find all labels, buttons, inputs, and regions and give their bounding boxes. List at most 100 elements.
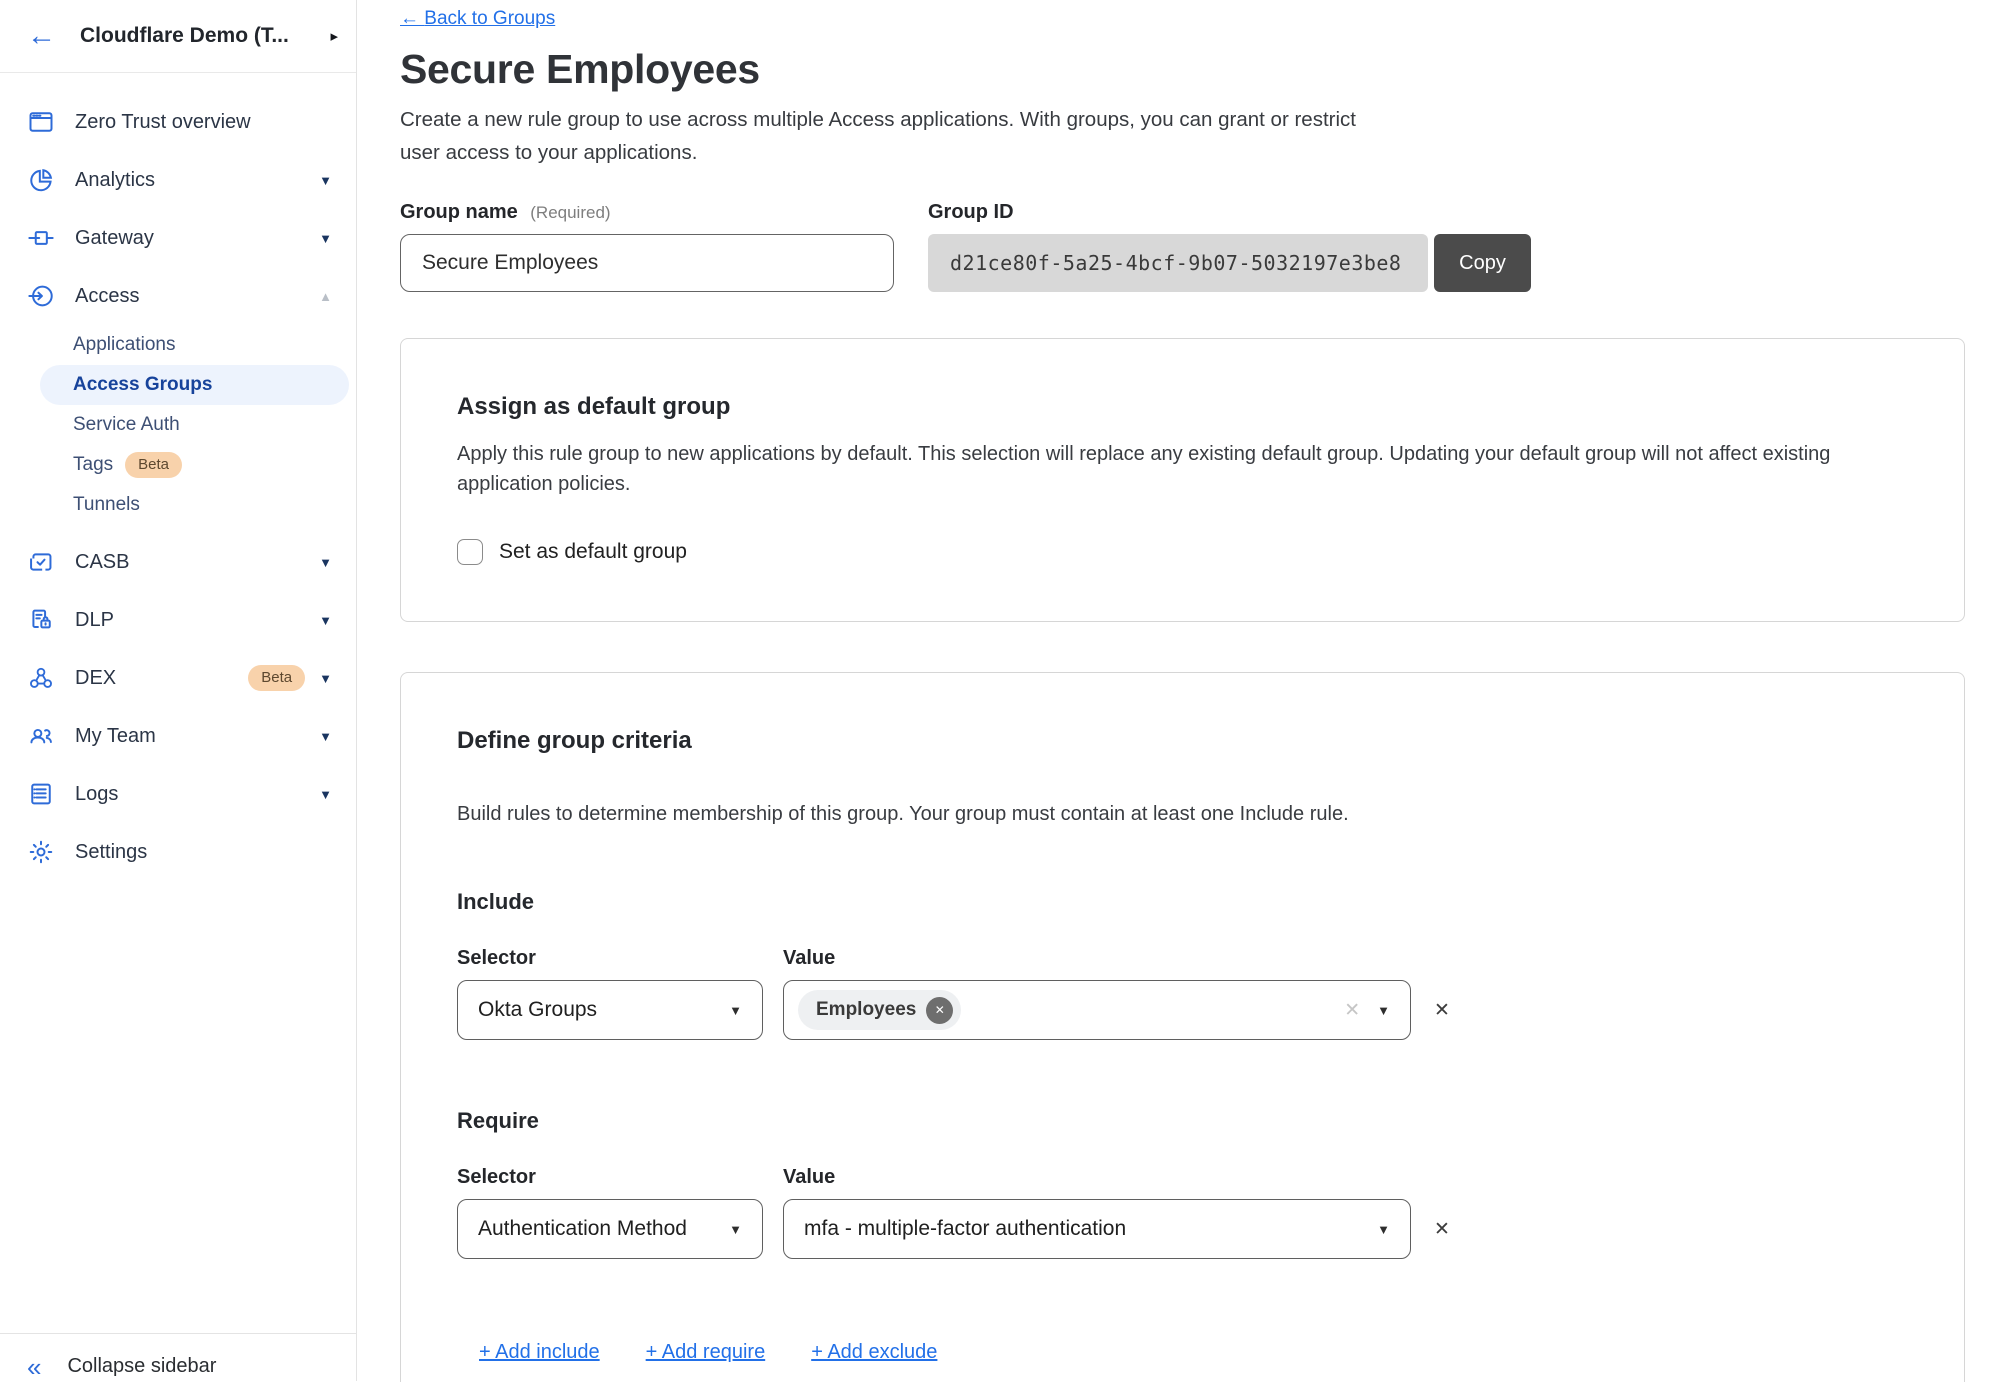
sidebar-item-label: Analytics	[75, 169, 319, 192]
sidebar-item-tunnels[interactable]: Tunnels	[0, 485, 356, 525]
sidebar-item-access-groups[interactable]: Access Groups	[40, 365, 349, 405]
sidebar-item-label: Settings	[75, 841, 332, 864]
sidebar-item-label: Zero Trust overview	[75, 111, 332, 134]
sidebar-item-settings[interactable]: Settings	[0, 823, 356, 881]
chevron-down-icon[interactable]: ▼	[319, 173, 332, 188]
back-arrow-icon: ←	[400, 8, 419, 29]
value-chip: Employees ✕	[798, 990, 961, 1030]
network-nodes-icon	[27, 664, 55, 692]
back-link-label: Back to Groups	[424, 8, 555, 29]
sidebar-item-zero-trust-overview[interactable]: Zero Trust overview	[0, 93, 356, 151]
require-value: mfa - multiple-factor authentication	[804, 1217, 1126, 1241]
sidebar-item-label: Gateway	[75, 227, 319, 250]
clear-values-icon[interactable]: ✕	[1344, 999, 1360, 1022]
add-exclude-link[interactable]: + Add exclude	[811, 1341, 937, 1364]
chevron-down-icon: ▼	[729, 1003, 742, 1018]
require-labels-row: Selector Value	[457, 1166, 1894, 1189]
include-heading: Include	[457, 889, 1894, 915]
double-chevron-left-icon: «	[27, 1354, 41, 1380]
group-name-field: Group name (Required)	[400, 201, 894, 292]
sidebar-item-gateway[interactable]: Gateway ▼	[0, 209, 356, 267]
beta-badge: Beta	[125, 452, 182, 478]
sidebar-item-label: Access	[75, 285, 319, 308]
require-heading: Require	[457, 1108, 1894, 1134]
criteria-card-title: Define group criteria	[457, 727, 1894, 755]
log-list-icon	[27, 780, 55, 808]
add-require-link[interactable]: + Add require	[646, 1341, 766, 1364]
required-hint: (Required)	[530, 203, 610, 222]
sidebar-item-label: Tags	[73, 454, 113, 476]
access-sub-menu: Applications Access Groups Service Auth …	[0, 325, 356, 525]
group-id-value: d21ce80f-5a25-4bcf-9b07-5032197e3be8	[928, 234, 1428, 292]
sidebar-item-tags[interactable]: Tags Beta	[0, 445, 356, 485]
chevron-down-icon[interactable]: ▼	[319, 671, 332, 686]
chevron-down-icon[interactable]: ▼	[319, 555, 332, 570]
add-include-link[interactable]: + Add include	[479, 1341, 600, 1364]
sidebar-item-label: CASB	[75, 551, 319, 574]
gateway-icon	[27, 224, 55, 252]
chip-remove-icon[interactable]: ✕	[926, 997, 953, 1024]
main-content: ← Back to Groups Secure Employees Create…	[357, 0, 1999, 1382]
collapse-sidebar-label: Collapse sidebar	[67, 1355, 216, 1378]
remove-require-rule-icon[interactable]: ✕	[1434, 1218, 1450, 1241]
account-name[interactable]: Cloudflare Demo (T...	[80, 24, 322, 48]
chevron-down-icon[interactable]: ▼	[319, 787, 332, 802]
copy-button[interactable]: Copy	[1434, 234, 1531, 292]
sidebar-item-dex[interactable]: DEX Beta ▼	[0, 649, 356, 707]
require-value-dropdown[interactable]: mfa - multiple-factor authentication ▼	[783, 1199, 1411, 1259]
require-selector-value: Authentication Method	[478, 1217, 687, 1241]
default-group-card-description: Apply this rule group to new application…	[457, 439, 1894, 499]
chevron-up-icon[interactable]: ▲	[319, 289, 332, 304]
value-label: Value	[783, 1166, 835, 1189]
sidebar-item-casb[interactable]: CASB ▼	[0, 533, 356, 591]
sidebar-item-dlp[interactable]: DLP ▼	[0, 591, 356, 649]
criteria-card-description: Build rules to determine membership of t…	[457, 799, 1894, 829]
back-arrow-icon[interactable]: ←	[27, 22, 56, 51]
chevron-down-icon: ▼	[1377, 1222, 1390, 1237]
add-rule-links: + Add include + Add require + Add exclud…	[479, 1341, 1894, 1364]
document-lock-icon	[27, 606, 55, 634]
sidebar-item-logs[interactable]: Logs ▼	[0, 765, 356, 823]
sidebar-item-applications[interactable]: Applications	[0, 325, 356, 365]
sidebar-item-label: Applications	[73, 334, 175, 356]
sidebar-item-analytics[interactable]: Analytics ▼	[0, 151, 356, 209]
set-default-group-label: Set as default group	[499, 540, 687, 564]
include-rule-row: Okta Groups ▼ Employees ✕ ✕ ▼ ✕	[457, 980, 1894, 1040]
sidebar-item-my-team[interactable]: My Team ▼	[0, 707, 356, 765]
chevron-down-icon[interactable]: ▼	[319, 729, 332, 744]
login-arrow-icon	[27, 282, 55, 310]
sidebar-item-service-auth[interactable]: Service Auth	[0, 405, 356, 445]
require-rule-row: Authentication Method ▼ mfa - multiple-f…	[457, 1199, 1894, 1259]
group-id-label: Group ID	[928, 201, 1531, 224]
include-selector-dropdown[interactable]: Okta Groups ▼	[457, 980, 763, 1040]
sidebar-item-access[interactable]: Access ▲	[0, 267, 356, 325]
sidebar-item-label: My Team	[75, 725, 319, 748]
default-group-card: Assign as default group Apply this rule …	[400, 338, 1965, 622]
sidebar-nav: Zero Trust overview Analytics ▼ Gateway …	[0, 73, 356, 881]
set-default-group-row[interactable]: Set as default group	[457, 539, 1894, 565]
selector-label: Selector	[457, 1166, 783, 1189]
expand-caret-icon[interactable]: ▸	[330, 27, 338, 45]
require-selector-dropdown[interactable]: Authentication Method ▼	[457, 1199, 763, 1259]
remove-include-rule-icon[interactable]: ✕	[1434, 999, 1450, 1022]
page-title: Secure Employees	[400, 46, 1999, 93]
collapse-sidebar-button[interactable]: « Collapse sidebar	[0, 1333, 356, 1381]
set-default-group-checkbox[interactable]	[457, 539, 483, 565]
people-icon	[27, 722, 55, 750]
include-selector-value: Okta Groups	[478, 998, 597, 1022]
group-name-label: Group name	[400, 201, 518, 223]
chevron-down-icon: ▼	[729, 1222, 742, 1237]
sidebar-header: ← Cloudflare Demo (T... ▸	[0, 0, 356, 73]
beta-badge: Beta	[248, 665, 305, 691]
sidebar-item-label: Service Auth	[73, 414, 180, 436]
include-value-multiselect[interactable]: Employees ✕ ✕ ▼	[783, 980, 1411, 1040]
chevron-down-icon[interactable]: ▼	[319, 231, 332, 246]
group-name-input[interactable]	[400, 234, 894, 292]
group-id-field: Group ID d21ce80f-5a25-4bcf-9b07-5032197…	[928, 201, 1531, 292]
chevron-down-icon[interactable]: ▼	[319, 613, 332, 628]
default-group-card-title: Assign as default group	[457, 393, 1894, 421]
back-to-groups-link[interactable]: ← Back to Groups	[400, 8, 555, 30]
include-labels-row: Selector Value	[457, 947, 1894, 970]
value-label: Value	[783, 947, 835, 970]
pie-chart-icon	[27, 166, 55, 194]
